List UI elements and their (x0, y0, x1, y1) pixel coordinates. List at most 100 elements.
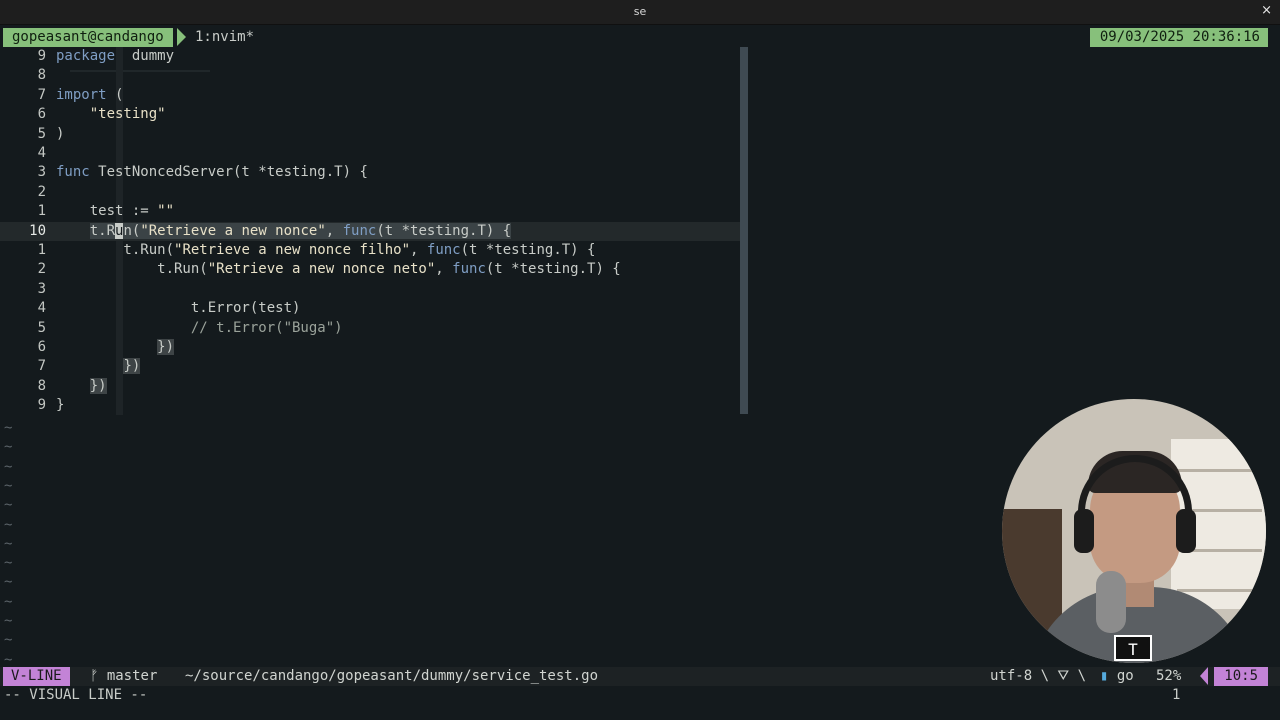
filetype: ▮ go (1100, 667, 1134, 686)
code-token: }) (157, 339, 175, 355)
code-token: dummy (115, 48, 175, 64)
line-number: 7 (37, 86, 46, 103)
code-line[interactable]: 5) (0, 125, 740, 144)
window-titlebar: se × (0, 0, 1280, 25)
pane-divider[interactable] (740, 47, 748, 414)
code-line[interactable]: 2 t.Run("Retrieve a new nonce neto", fun… (0, 260, 740, 279)
line-number: 5 (37, 319, 46, 336)
file-path: ~/source/candango/gopeasant/dummy/servic… (185, 668, 599, 684)
filetype-label: go (1116, 668, 1134, 684)
code-token: "Retrieve a new nonce filho" (174, 242, 411, 258)
code-token: // t.Error("Buga") (56, 319, 343, 336)
tmux-window-tab[interactable]: 1:nvim* (195, 28, 254, 47)
code-token: func (56, 164, 90, 181)
code-token: (t *testing.T) { (460, 242, 596, 258)
code-token: (t *testing.T) { (485, 261, 621, 278)
code-token: n( (123, 222, 141, 239)
code-token: }) (123, 358, 141, 375)
line-number: 5 (37, 125, 46, 142)
line-code: } (56, 396, 64, 415)
line-code: ) (56, 125, 64, 144)
tilde-marker: ~ (4, 535, 13, 552)
tilde-marker: ~ (4, 420, 13, 436)
line-code: }) (56, 357, 141, 376)
line-code: package dummy (56, 47, 174, 66)
code-token: ( (106, 86, 124, 103)
code-token: func (452, 261, 486, 278)
line-code: // t.Error("Buga") (56, 319, 343, 338)
code-line[interactable]: 9 package dummy (0, 47, 740, 66)
line-code: t.Run("Retrieve a new nonce filho", func… (56, 241, 595, 260)
headphone-cup-right (1176, 509, 1196, 553)
code-line[interactable]: 5 // t.Error("Buga") (0, 319, 740, 338)
vim-statusline: V-LINE ᚠ master ~/source/candango/gopeas… (0, 667, 1280, 686)
scroll-percent: 52% (1156, 668, 1182, 684)
editor-pane[interactable]: 9 package dummy 8 7 import (6 "testing" 5) 4 3 f… (0, 47, 748, 415)
file-encoding: utf-8 \ ⛛ \ (990, 668, 1087, 684)
code-line[interactable]: 3 (0, 280, 740, 299)
code-line[interactable]: 6 }) (0, 338, 740, 357)
tilde-marker: ~ (4, 477, 13, 494)
channel-logo: T (1114, 635, 1152, 661)
line-number: 3 (37, 164, 46, 181)
code-token: func (342, 222, 377, 239)
code-line[interactable]: 7 import ( (0, 86, 740, 105)
microphone (1096, 571, 1126, 633)
code-line[interactable]: 1 t.Run("Retrieve a new nonce filho", fu… (0, 241, 740, 260)
line-code: }) (56, 377, 107, 396)
tilde-marker: ~ (4, 497, 13, 514)
line-number: 3 (37, 280, 46, 297)
code-token: package (56, 48, 116, 64)
code-line[interactable]: 9} (0, 396, 740, 415)
line-code: t.Run("Retrieve a new nonce", func(t *te… (56, 222, 512, 241)
code-line[interactable]: 2 (0, 183, 740, 202)
code-line[interactable]: 7 }) (0, 357, 740, 376)
code-line[interactable]: 6 "testing" (0, 105, 740, 124)
line-number: 8 (37, 377, 46, 394)
tilde-marker: ~ (4, 613, 13, 629)
line-code: "testing" (56, 105, 166, 124)
line-number: 2 (37, 261, 46, 278)
window-title: se (633, 5, 647, 18)
code-line[interactable]: 8 }) (0, 377, 740, 396)
command-line[interactable]: -- VISUAL LINE -- (4, 686, 147, 705)
code-token: "" (157, 203, 175, 220)
webcam-overlay: T (1002, 399, 1266, 663)
tilde-marker: ~ (4, 632, 13, 649)
code-line[interactable]: 8 (0, 66, 740, 85)
headphone-cup-left (1074, 509, 1094, 553)
line-number: 6 (37, 106, 46, 123)
line-code: }) (56, 338, 175, 357)
line-number: 10 (29, 222, 46, 239)
code-line-current[interactable]: 10 t.Run("Retrieve a new nonce", func(t … (0, 221, 740, 241)
tmux-session-separator (177, 28, 186, 46)
code-line[interactable]: 4 (0, 144, 740, 163)
line-number: 6 (37, 339, 46, 355)
tilde-marker: ~ (4, 651, 13, 668)
line-number: 9 (37, 48, 46, 64)
go-icon: ▮ (1100, 668, 1109, 684)
code-token: "Retrieve a new nonce" (140, 222, 326, 239)
tilde-marker: ~ (4, 439, 13, 456)
line-number: 4 (37, 145, 46, 161)
line-number: 1 (37, 203, 46, 220)
line-number: 4 (37, 300, 46, 317)
position-separator (1200, 667, 1208, 685)
code-line[interactable]: 4 t.Error(test) (0, 299, 740, 318)
code-token: import (56, 86, 107, 103)
code-token: , (435, 261, 453, 278)
tilde-marker: ~ (4, 458, 13, 475)
tmux-session: gopeasant@candango (3, 28, 173, 47)
tilde-marker: ~ (4, 574, 13, 591)
tilde-marker: ~ (4, 516, 13, 533)
code-line[interactable]: 1 test := "" (0, 202, 740, 221)
line-code: test := "" (56, 202, 174, 221)
close-icon[interactable]: × (1261, 3, 1272, 18)
code-line[interactable]: 3 func TestNoncedServer(t *testing.T) { (0, 163, 740, 182)
code-token: , (325, 222, 343, 239)
cursor-position: 10:5 (1214, 667, 1268, 686)
code-token: t.R (89, 222, 116, 239)
git-branch: ᚠ master (90, 668, 158, 684)
